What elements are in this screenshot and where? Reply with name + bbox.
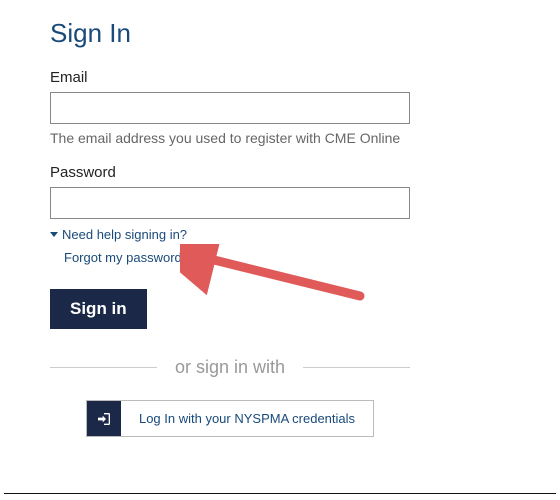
divider-line-left <box>50 367 157 368</box>
divider: or sign in with <box>50 357 410 378</box>
idp-login-button[interactable]: Log In with your NYSPMA credentials <box>86 400 374 437</box>
password-field[interactable] <box>50 187 410 219</box>
idp-login-label: Log In with your NYSPMA credentials <box>121 401 373 436</box>
password-label: Password <box>50 164 480 181</box>
email-hint: The email address you used to register w… <box>50 130 480 146</box>
bottom-rule <box>4 493 556 494</box>
page-title: Sign In <box>50 18 480 49</box>
caret-down-icon <box>50 232 58 237</box>
forgot-password-link[interactable]: Forgot my password <box>64 250 182 265</box>
divider-line-right <box>303 367 410 368</box>
email-label: Email <box>50 69 480 86</box>
divider-text: or sign in with <box>157 357 303 378</box>
email-field[interactable] <box>50 92 410 124</box>
signin-button[interactable]: Sign in <box>50 289 147 329</box>
login-idp-icon <box>87 401 121 436</box>
help-toggle-label: Need help signing in? <box>62 227 187 242</box>
help-toggle[interactable]: Need help signing in? <box>50 227 480 242</box>
